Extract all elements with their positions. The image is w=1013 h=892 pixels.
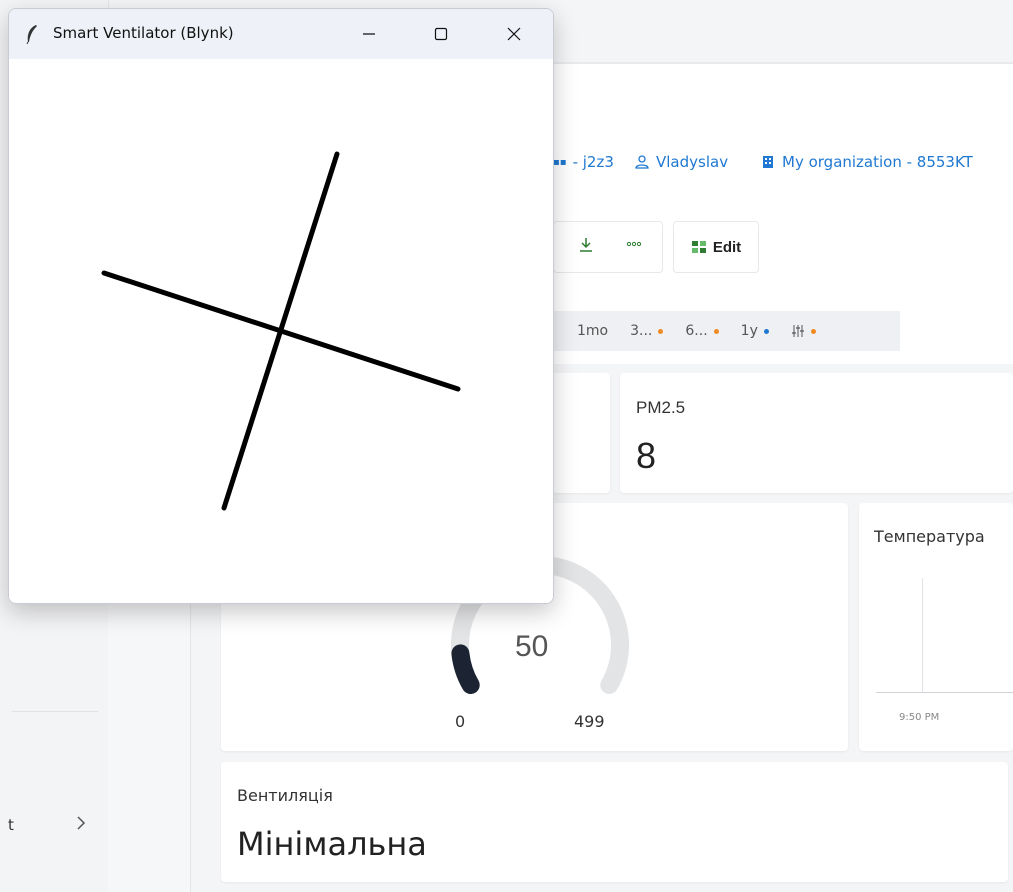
edit-button[interactable]: Edit — [673, 221, 759, 273]
edit-icon — [691, 241, 706, 253]
temperature-tick-label: 9:50 PM — [899, 712, 940, 723]
temperature-chart-gridline — [922, 578, 923, 693]
gauge-fill — [451, 644, 480, 694]
range-1mo[interactable]: 1mo — [577, 323, 608, 339]
range-1y[interactable]: 1y — [741, 323, 769, 339]
gauge-max: 499 — [574, 712, 605, 731]
close-icon — [507, 27, 521, 41]
window-title: Smart Ventilator (Blynk) — [53, 24, 234, 42]
user-link[interactable]: Vladyslav — [634, 153, 728, 171]
feather-icon — [26, 25, 37, 44]
range-3mo[interactable]: 3... — [630, 323, 664, 339]
temperature-title: Температура — [874, 527, 985, 546]
maximize-button[interactable] — [418, 17, 464, 51]
minimize-button[interactable] — [346, 17, 392, 51]
sliders-icon — [791, 325, 804, 337]
sidebar-item-label[interactable]: t — [8, 816, 14, 834]
organization-label: My organization - 8553KT — [782, 153, 973, 171]
organization-link[interactable]: My organization - 8553KT — [760, 153, 973, 171]
range-6mo[interactable]: 6... — [685, 323, 719, 339]
minimize-icon — [363, 33, 375, 35]
status-dot — [810, 328, 816, 334]
user-label: Vladyslav — [656, 153, 729, 171]
range-label: 1mo — [577, 323, 609, 339]
app-window: Smart Ventilator (Blynk) — [8, 8, 554, 604]
ventilation-value: Мінімальна — [237, 825, 427, 863]
temperature-chart-axis — [876, 692, 1013, 693]
more-icon[interactable] — [626, 240, 642, 248]
window-titlebar[interactable]: Smart Ventilator (Blynk) — [9, 9, 553, 59]
chevron-right-icon[interactable] — [74, 814, 88, 832]
device-link[interactable]: ▪▪ - j2z3 — [553, 153, 614, 171]
maximize-icon — [434, 27, 448, 41]
widget-card-ventilation — [221, 762, 1008, 882]
toolbar-group — [553, 221, 663, 273]
user-icon — [635, 155, 649, 169]
status-dot — [713, 328, 719, 334]
ventilation-title: Вентиляція — [237, 786, 333, 805]
fan-blade-2 — [101, 270, 461, 392]
device-id-label: - j2z3 — [572, 153, 614, 171]
secondary-rail — [108, 565, 191, 892]
range-label: 3... — [630, 323, 653, 339]
pm25-title: PM2.5 — [636, 398, 686, 417]
range-filter-button[interactable] — [791, 324, 816, 338]
range-label: 6... — [685, 323, 708, 339]
gauge-value: 50 — [515, 630, 549, 663]
range-label: 1y — [740, 323, 758, 339]
download-icon[interactable] — [578, 236, 594, 254]
close-button[interactable] — [491, 17, 537, 51]
pm25-value: 8 — [636, 435, 657, 476]
widget-card-pm25 — [620, 373, 1013, 493]
building-icon — [763, 156, 773, 168]
sidebar-divider — [12, 711, 98, 712]
edit-label: Edit — [712, 238, 742, 256]
gauge-min: 0 — [455, 712, 466, 731]
device-id-icon: ▪▪ — [553, 156, 567, 168]
fan-canvas — [9, 59, 553, 603]
status-dot — [658, 328, 664, 334]
time-range-bar: 1mo 3... 6... 1y — [553, 311, 900, 351]
status-dot — [763, 328, 769, 334]
